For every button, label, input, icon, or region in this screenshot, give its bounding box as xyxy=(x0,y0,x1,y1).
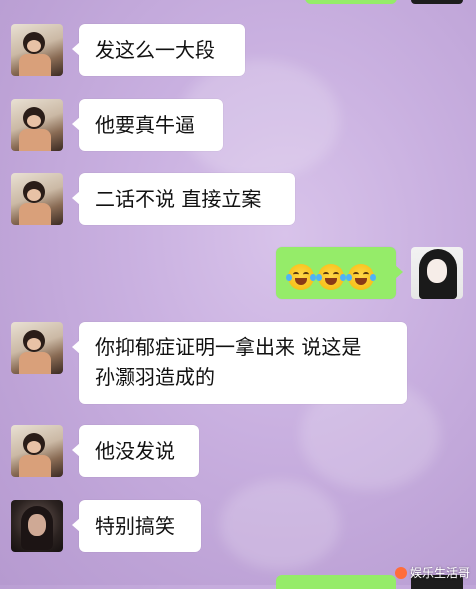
message-bubble[interactable]: 他没发说 xyxy=(72,425,199,477)
child-avatar[interactable] xyxy=(11,173,63,225)
tears-of-joy-icon xyxy=(346,263,376,290)
partial-avatar xyxy=(411,0,463,4)
message-text-line: 你抑郁症证明一拿出来 说这是 xyxy=(95,335,362,359)
message-bubble[interactable]: 特别搞笑 xyxy=(72,500,201,552)
tears-of-joy-icon xyxy=(286,263,316,290)
anime-girl-avatar[interactable] xyxy=(411,247,463,299)
watermark: 娱乐生活哥 xyxy=(394,564,470,581)
child-avatar[interactable] xyxy=(11,24,63,76)
child-avatar[interactable] xyxy=(11,322,63,374)
message-text: 二话不说 直接立案 xyxy=(95,187,262,211)
child-avatar[interactable] xyxy=(11,425,63,477)
message-text-line: 孙灏羽造成的 xyxy=(95,365,215,389)
dark-hair-woman-avatar[interactable] xyxy=(11,500,63,552)
tears-of-joy-icon xyxy=(316,263,346,290)
child-avatar[interactable] xyxy=(11,99,63,151)
sent-message-bubble[interactable] xyxy=(276,247,403,299)
partial-sent-bubble xyxy=(276,575,396,589)
message-text: 发这么一大段 xyxy=(95,38,215,62)
background-blur xyxy=(220,480,340,570)
partial-sent-bubble xyxy=(305,0,397,4)
message-bubble[interactable]: 发这么一大段 xyxy=(72,24,245,76)
watermark-logo-icon xyxy=(394,566,407,579)
message-bubble[interactable]: 二话不说 直接立案 xyxy=(72,173,295,225)
message-text: 他要真牛逼 xyxy=(95,113,195,137)
message-bubble[interactable]: 你抑郁症证明一拿出来 说这是 孙灏羽造成的 xyxy=(72,322,407,404)
message-bubble[interactable]: 他要真牛逼 xyxy=(72,99,223,151)
message-text: 特别搞笑 xyxy=(95,514,175,538)
message-text: 他没发说 xyxy=(95,439,175,463)
watermark-text: 娱乐生活哥 xyxy=(409,566,470,580)
